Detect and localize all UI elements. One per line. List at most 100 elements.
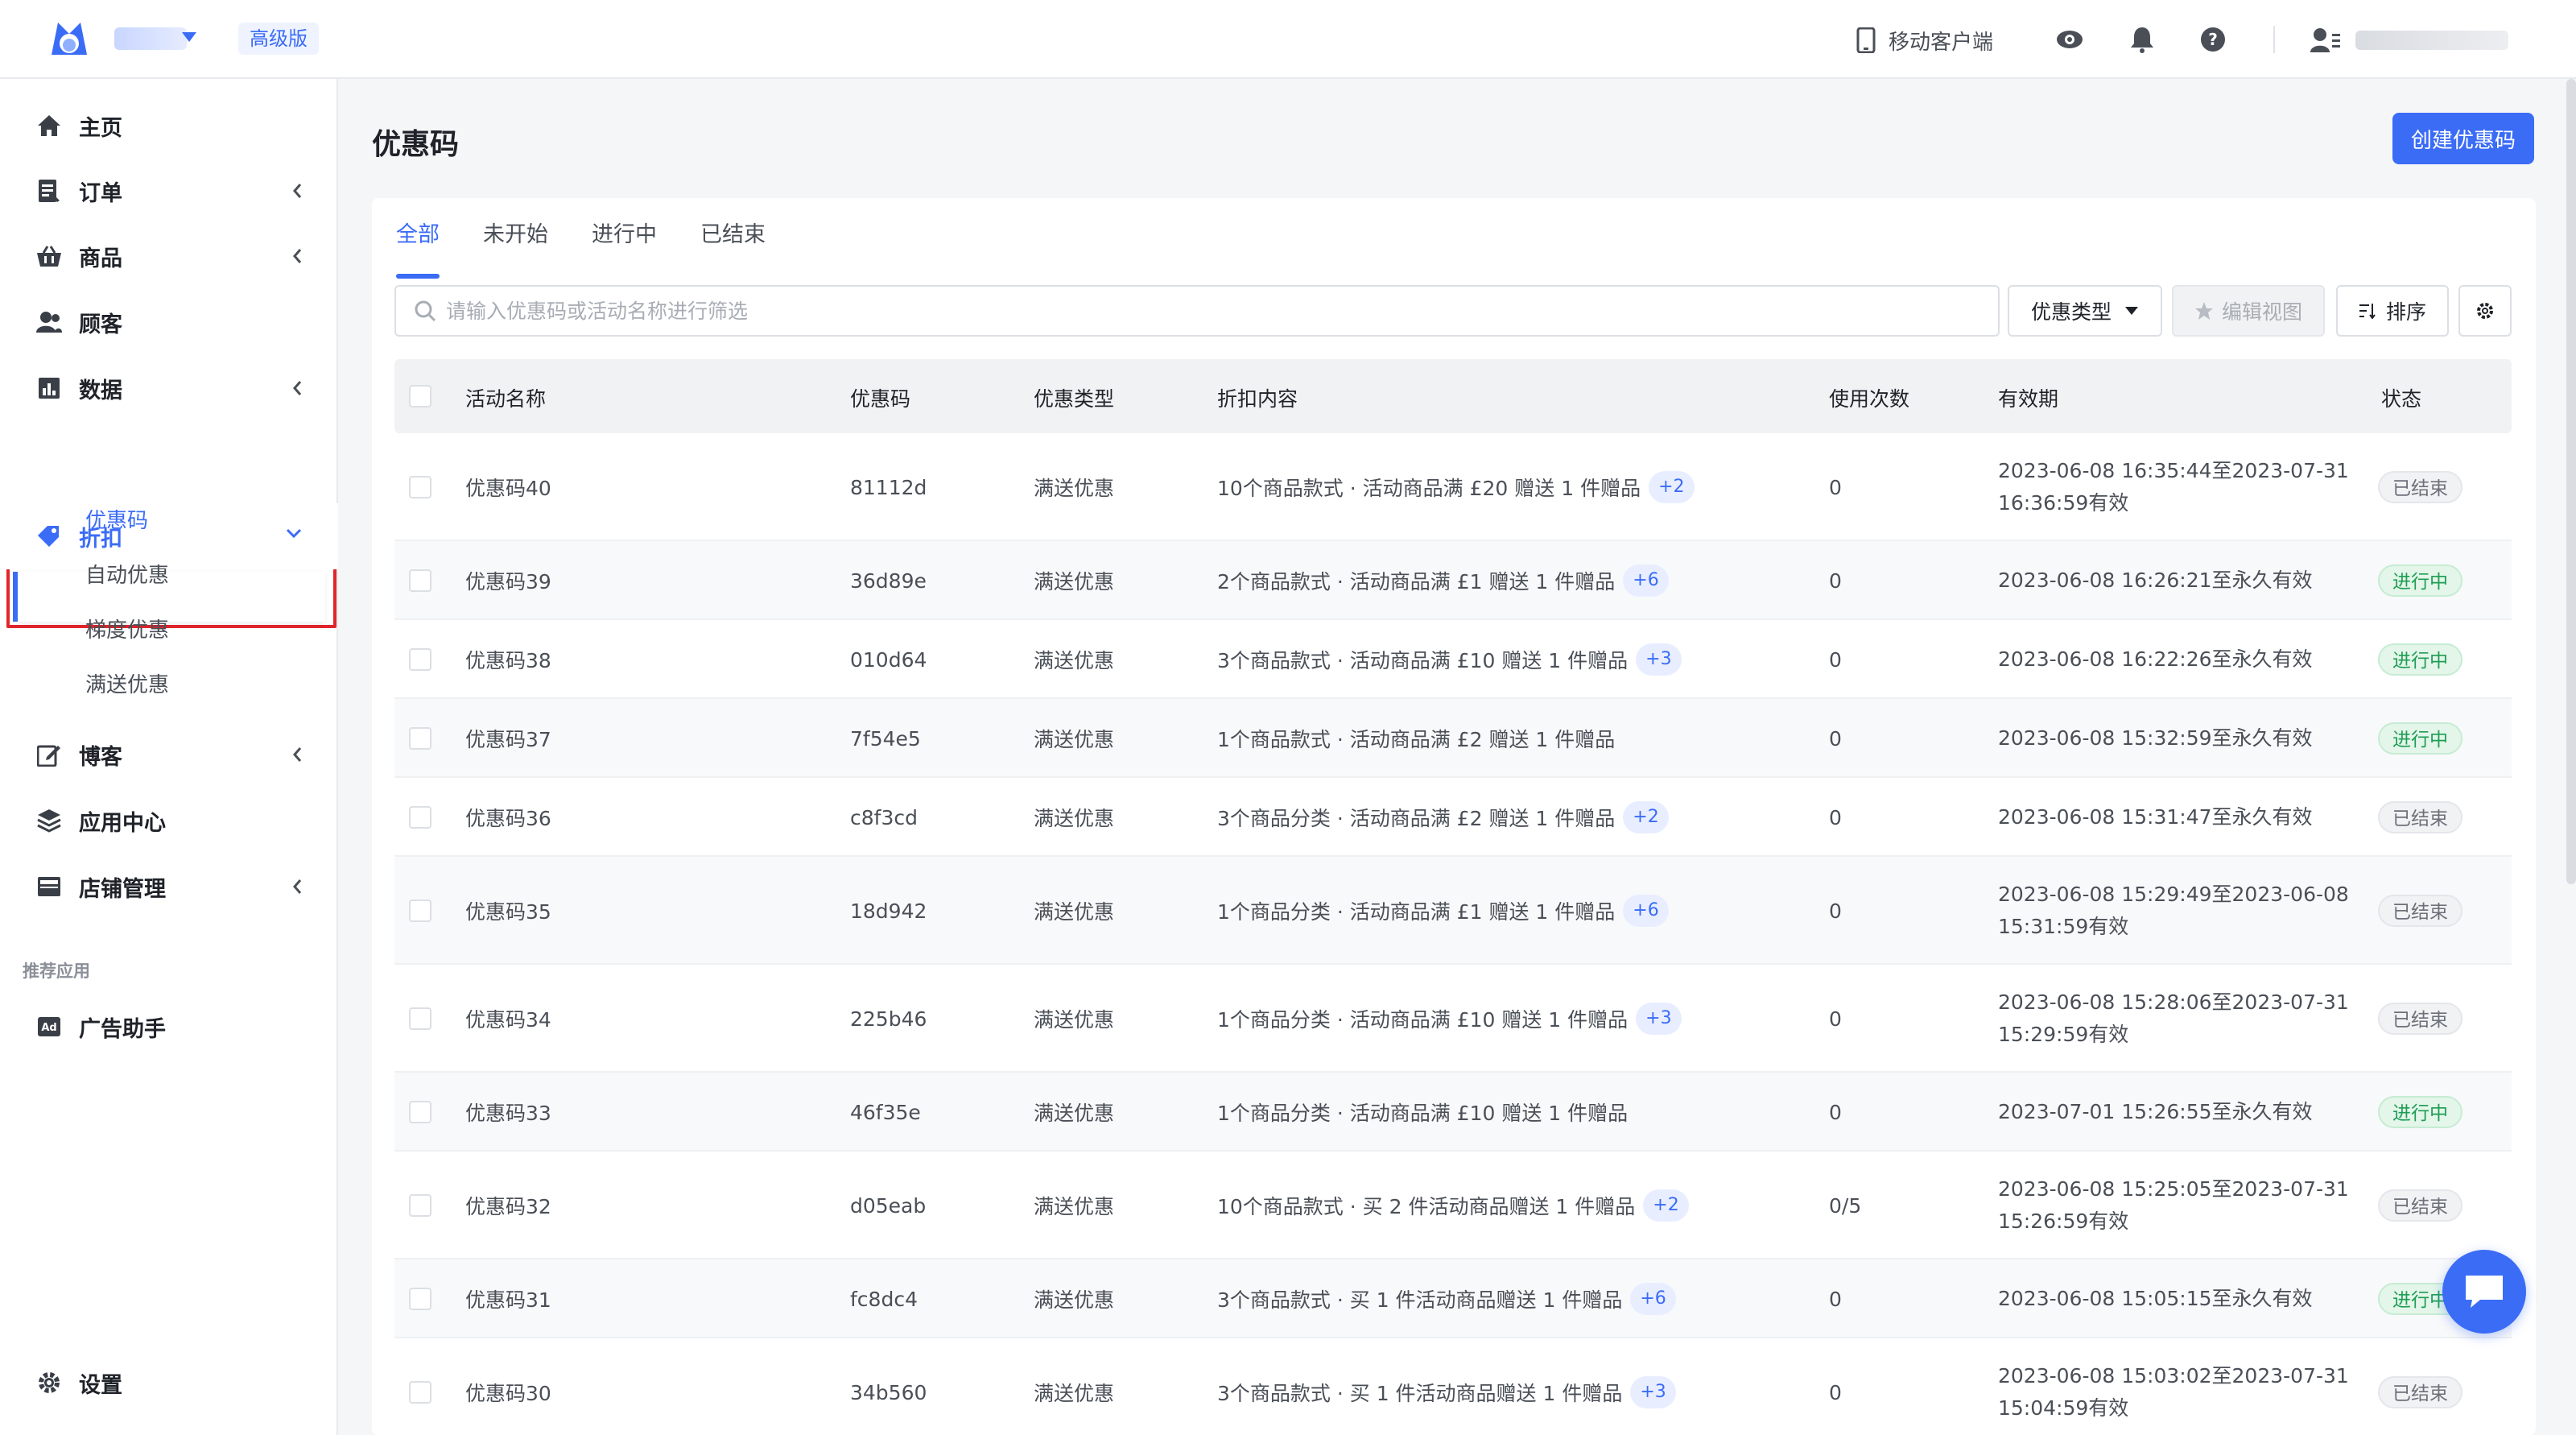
column-header[interactable]: 有效期 bbox=[1998, 383, 2058, 412]
sidebar-item-settings[interactable]: 设置 bbox=[0, 1350, 338, 1416]
store-switch-caret-icon[interactable] bbox=[182, 32, 196, 42]
more-items-badge[interactable]: +2 bbox=[1623, 801, 1669, 833]
coupon-name[interactable]: 优惠码40 bbox=[465, 471, 551, 503]
column-header[interactable]: 优惠码 bbox=[850, 383, 910, 412]
sidebar-item-app-center[interactable]: 应用中心 bbox=[0, 788, 338, 854]
discount-content: 3个商品款式 · 买 1 件活动商品赠送 1 件赠品 +3 bbox=[1217, 1376, 1676, 1408]
column-header[interactable]: 状态 bbox=[2381, 383, 2421, 412]
tab-all[interactable]: 全部 bbox=[396, 217, 440, 285]
coupon-name[interactable]: 优惠码34 bbox=[465, 1003, 551, 1035]
row-checkbox[interactable] bbox=[409, 899, 431, 922]
coupon-name[interactable]: 优惠码37 bbox=[465, 722, 551, 755]
table-row[interactable]: 优惠码35 18d942 满送优惠 1个商品分类 · 活动商品满 £1 赠送 1 件赠… bbox=[394, 857, 2512, 965]
sidebar-item-data[interactable]: 数据 bbox=[0, 355, 338, 421]
row-checkbox[interactable] bbox=[409, 1381, 431, 1404]
column-header[interactable]: 优惠类型 bbox=[1034, 383, 1114, 412]
validity-period: 2023-06-08 15:25:05至2023-07-31 15:26:59有效 bbox=[1998, 1173, 2349, 1238]
settings-button[interactable] bbox=[2458, 285, 2512, 337]
table-row[interactable]: 优惠码33 46f35e 满送优惠 1个商品分类 · 活动商品满 £10 赠送 1 件… bbox=[394, 1073, 2512, 1152]
sidebar-item-orders[interactable]: 订单 bbox=[0, 158, 338, 224]
coupon-type-filter[interactable]: 优惠类型 bbox=[2008, 285, 2162, 337]
more-items-badge[interactable]: +2 bbox=[1643, 1189, 1689, 1222]
row-checkbox[interactable] bbox=[409, 1194, 431, 1217]
tab-in-progress[interactable]: 进行中 bbox=[592, 217, 657, 285]
coupon-type: 满送优惠 bbox=[1034, 1102, 1115, 1125]
coupon-name[interactable]: 优惠码33 bbox=[465, 1096, 551, 1128]
store-name[interactable] bbox=[114, 27, 187, 50]
brand-logo-icon[interactable] bbox=[47, 16, 92, 61]
tab-not-started[interactable]: 未开始 bbox=[483, 217, 548, 285]
coupon-name[interactable]: 优惠码30 bbox=[465, 1376, 551, 1408]
sidebar-item-ads-assistant[interactable]: Ad 广告助手 bbox=[0, 994, 338, 1060]
coupon-name[interactable]: 优惠码38 bbox=[465, 643, 551, 676]
table-row[interactable]: 优惠码38 010d64 满送优惠 3个商品款式 · 活动商品满 £10 赠送 1 件… bbox=[394, 620, 2512, 699]
sidebar-item-blog[interactable]: 博客 bbox=[0, 722, 338, 788]
validity-line: 2023-06-08 16:22:26至永久有效 bbox=[1998, 647, 2313, 671]
header-divider bbox=[2273, 26, 2275, 53]
store-icon bbox=[35, 873, 63, 900]
discount-content-text: 10个商品款式 · 活动商品满 £20 赠送 1 件赠品 bbox=[1217, 477, 1641, 500]
more-items-badge[interactable]: +3 bbox=[1630, 1376, 1676, 1408]
discount-content: 2个商品款式 · 活动商品满 £1 赠送 1 件赠品 +6 bbox=[1217, 564, 1669, 597]
row-checkbox[interactable] bbox=[409, 1101, 431, 1123]
column-header[interactable]: 使用次数 bbox=[1829, 383, 1909, 412]
sidebar-sub-coupon-codes[interactable]: 优惠码 bbox=[0, 491, 338, 546]
sidebar-sub-gift-discount[interactable]: 满送优惠 bbox=[0, 655, 338, 710]
table-row[interactable]: 优惠码37 7f54e5 满送优惠 1个商品款式 · 活动商品满 £2 赠送 1 件赠… bbox=[394, 699, 2512, 778]
table-row[interactable]: 优惠码32 d05eab 满送优惠 10个商品款式 · 买 2 件活动商品赠送 1 件… bbox=[394, 1152, 2512, 1259]
search-input[interactable] bbox=[444, 298, 1893, 324]
row-checkbox[interactable] bbox=[409, 648, 431, 671]
row-checkbox[interactable] bbox=[409, 806, 431, 829]
edit-view-button[interactable]: 编辑视图 bbox=[2172, 285, 2325, 337]
coupon-code: 225b46 bbox=[850, 1007, 927, 1031]
more-items-badge[interactable]: +6 bbox=[1623, 895, 1669, 927]
more-items-badge[interactable]: +2 bbox=[1649, 471, 1695, 503]
sidebar-item-home[interactable]: 主页 bbox=[0, 93, 338, 159]
table-row[interactable]: 优惠码34 225b46 满送优惠 1个商品分类 · 活动商品满 £10 赠送 1 件… bbox=[394, 965, 2512, 1073]
sidebar-sub-tiered-discount[interactable]: 梯度优惠 bbox=[0, 601, 338, 655]
table-row[interactable]: 优惠码30 34b560 满送优惠 3个商品款式 · 买 1 件活动商品赠送 1 件赠… bbox=[394, 1338, 2512, 1435]
discount-content: 1个商品分类 · 活动商品满 £10 赠送 1 件赠品 +3 bbox=[1217, 1003, 1682, 1035]
column-header[interactable]: 活动名称 bbox=[465, 383, 546, 412]
caret-down-icon bbox=[2125, 307, 2138, 315]
page-scrollbar[interactable] bbox=[2566, 79, 2576, 884]
more-items-badge[interactable]: +6 bbox=[1623, 564, 1669, 597]
sidebar-item-customers[interactable]: 顾客 bbox=[0, 289, 338, 355]
tab-ended[interactable]: 已结束 bbox=[700, 217, 766, 285]
more-items-badge[interactable]: +6 bbox=[1630, 1283, 1676, 1315]
row-checkbox[interactable] bbox=[409, 1288, 431, 1310]
create-coupon-button[interactable]: 创建优惠码 bbox=[2392, 113, 2534, 164]
coupon-name[interactable]: 优惠码32 bbox=[465, 1189, 551, 1222]
sort-button[interactable]: 排序 bbox=[2336, 285, 2449, 337]
mobile-client-link[interactable]: 移动客户端 bbox=[1856, 23, 1993, 58]
sidebar-sub-auto-discount[interactable]: 自动优惠 bbox=[0, 546, 338, 601]
select-all-checkbox[interactable] bbox=[409, 385, 431, 407]
bell-icon[interactable] bbox=[2125, 23, 2159, 56]
search-box[interactable] bbox=[394, 285, 2000, 337]
coupon-name[interactable]: 优惠码35 bbox=[465, 895, 551, 927]
basket-icon bbox=[35, 242, 63, 270]
table-row[interactable]: 优惠码39 36d89e 满送优惠 2个商品款式 · 活动商品满 £1 赠送 1 件赠… bbox=[394, 541, 2512, 620]
column-header[interactable]: 折扣内容 bbox=[1217, 383, 1298, 412]
row-checkbox[interactable] bbox=[409, 569, 431, 592]
table-row[interactable]: 优惠码40 81112d 满送优惠 10个商品款式 · 活动商品满 £20 赠送 1 … bbox=[394, 433, 2512, 541]
coupon-code: c8f3cd bbox=[850, 805, 918, 829]
sidebar-item-store-management[interactable]: 店铺管理 bbox=[0, 854, 338, 920]
user-menu[interactable] bbox=[2310, 23, 2508, 58]
table-row[interactable]: 优惠码31 fc8dc4 满送优惠 3个商品款式 · 买 1 件活动商品赠送 1 件赠… bbox=[394, 1259, 2512, 1338]
sidebar-item-products[interactable]: 商品 bbox=[0, 223, 338, 289]
coupon-name[interactable]: 优惠码36 bbox=[465, 801, 551, 833]
coupon-type: 满送优惠 bbox=[1034, 728, 1115, 751]
eye-icon[interactable] bbox=[2053, 23, 2087, 56]
row-checkbox[interactable] bbox=[409, 476, 431, 498]
coupon-name[interactable]: 优惠码39 bbox=[465, 564, 551, 597]
more-items-badge[interactable]: +3 bbox=[1636, 1003, 1682, 1035]
live-chat-button[interactable] bbox=[2442, 1250, 2526, 1334]
row-checkbox[interactable] bbox=[409, 727, 431, 750]
usage-count: 0/5 bbox=[1829, 1193, 1862, 1218]
coupon-name[interactable]: 优惠码31 bbox=[465, 1283, 551, 1315]
help-icon[interactable]: ? bbox=[2196, 23, 2230, 56]
row-checkbox[interactable] bbox=[409, 1007, 431, 1030]
table-row[interactable]: 优惠码36 c8f3cd 满送优惠 3个商品分类 · 活动商品满 £2 赠送 1 件赠… bbox=[394, 778, 2512, 857]
more-items-badge[interactable]: +3 bbox=[1636, 643, 1682, 676]
